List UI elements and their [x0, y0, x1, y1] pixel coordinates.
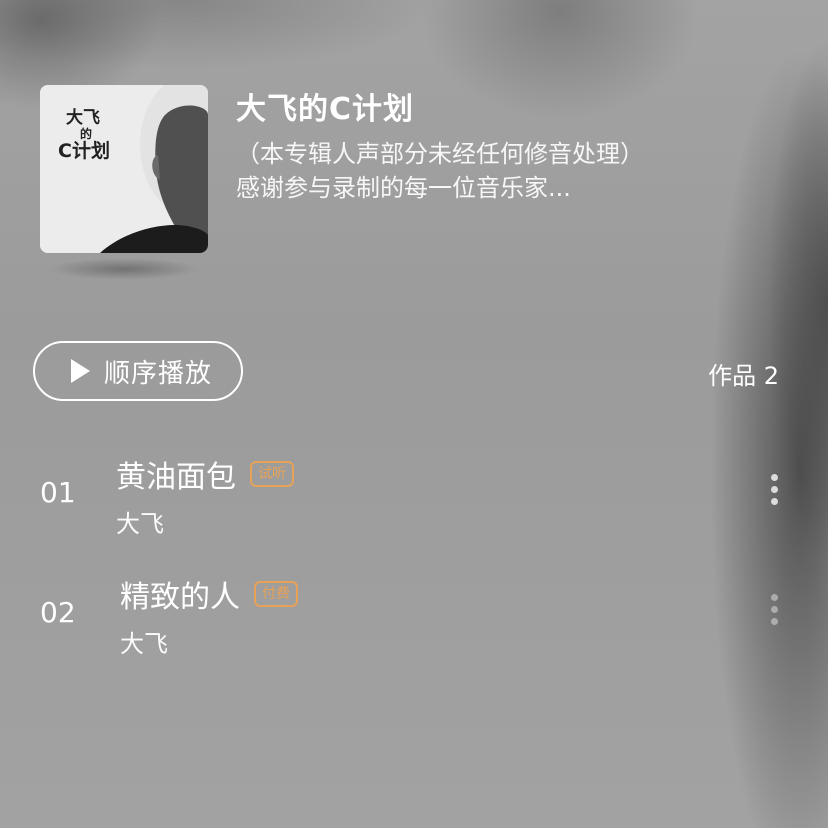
track-number: 01 [40, 476, 76, 509]
play-icon [71, 359, 90, 383]
sequential-play-button[interactable]: 顺序播放 [33, 341, 243, 401]
album-description-line2: 感谢参与录制的每一位音乐家... [236, 174, 571, 202]
track-artist: 大飞 [116, 510, 164, 538]
track-number: 02 [40, 596, 76, 629]
album-description-line1: （本专辑人声部分未经任何修音处理） [236, 140, 644, 168]
track-title: 精致的人 付费 [120, 572, 298, 616]
track-row[interactable]: 02 精致的人 付费 大飞 [0, 560, 828, 670]
track-title: 黄油面包 试听 [116, 452, 294, 496]
preview-badge: 试听 [250, 461, 294, 487]
album-cover[interactable]: 大飞 的 C计划 [40, 85, 208, 253]
sequential-play-label: 顺序播放 [104, 358, 213, 389]
album-title: 大飞的C计划 [236, 92, 415, 127]
track-title-text: 精致的人 [120, 580, 240, 615]
album-cover-image: 大飞 的 C计划 [40, 85, 208, 253]
cover-text-line2: 的 [80, 126, 92, 141]
cover-text-line3: C计划 [58, 139, 110, 162]
more-options-icon[interactable] [771, 474, 779, 505]
album-description[interactable]: （本专辑人声部分未经任何修音处理） 感谢参与录制的每一位音乐家... [236, 137, 736, 205]
paid-badge: 付费 [254, 581, 298, 607]
cover-shadow [48, 258, 200, 280]
track-artist: 大飞 [120, 630, 168, 658]
works-count: 作品 2 [708, 362, 779, 390]
cover-text-line1: 大飞 [66, 107, 100, 128]
track-row[interactable]: 01 黄油面包 试听 大飞 [0, 440, 828, 550]
track-title-text: 黄油面包 [116, 460, 236, 495]
more-options-icon[interactable] [771, 594, 779, 625]
